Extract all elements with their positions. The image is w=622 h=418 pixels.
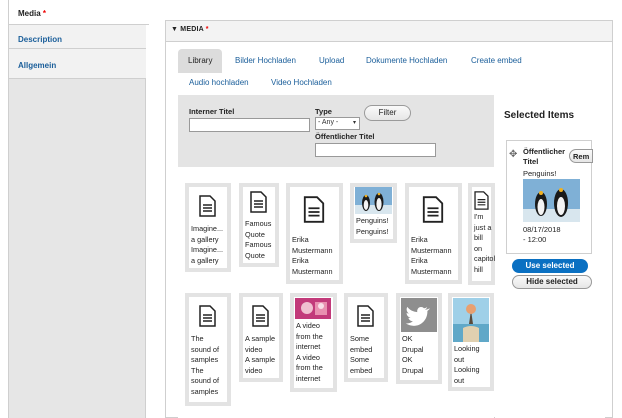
vertical-tab-allgemein[interactable]: Allgemein [9,49,146,79]
document-icon [474,191,489,210]
type-select[interactable]: - Any - ▾ [315,117,360,130]
drag-handle-icon[interactable]: ✥ [509,149,517,160]
use-selected-button[interactable]: Use selected [512,259,588,273]
media-card[interactable]: Looking out Looking out [448,293,494,391]
document-icon [250,191,267,213]
media-card[interactable]: Imagine... a gallery Imagine... a gallery [185,183,231,272]
tab-library[interactable]: Library [178,49,223,73]
media-card[interactable]: Penguins! Penguins! [350,183,397,243]
media-caption: I'm just a bill on capitol hill [474,212,496,274]
type-label: Type [315,107,332,116]
media-card[interactable]: A video from the internet A video from the in… [290,293,337,392]
media-caption: Looking out Looking out [454,344,480,385]
media-card[interactable]: I'm just a bill on capitol hill [468,183,495,285]
penguin-photo [523,179,580,222]
hide-selected-button[interactable]: Hide selected [512,275,592,289]
media-caption: A video from the internet A video from the in… [296,321,323,383]
filter-button[interactable]: Filter [364,105,411,121]
media-card[interactable]: Erika Mustermann Erika Mustermann [286,183,343,284]
beach-photo [453,298,489,342]
twitter-icon [401,298,437,332]
remove-button[interactable]: Rem [569,149,593,163]
media-details-summary[interactable]: ▼ MEDIA * [166,21,612,42]
internal-title-input[interactable] [189,118,310,132]
vertical-tab-media[interactable]: Media * [9,0,149,25]
document-icon [199,195,216,217]
media-caption: A sample video A sample video [245,334,276,375]
selected-item-subtitle: Penguins! [523,169,557,178]
tab-create-embed[interactable]: Create embed [471,56,522,65]
selected-item-date: 08/17/2018- 12:00 [523,225,561,244]
internal-title-label: Interner Titel [189,107,235,116]
document-icon [357,305,374,327]
media-caption: Penguins! Penguins! [356,216,389,236]
chevron-down-icon: ▾ [352,120,356,126]
section-title: MEDIA [180,26,204,33]
public-title-input[interactable] [315,143,436,157]
media-card[interactable]: A sample video A sample video [239,293,283,382]
public-title-label: Öffentlicher Titel [315,132,375,141]
media-caption: OK Drupal OK Drupal [402,334,424,375]
vertical-tab-allgemein-label: Allgemein [18,61,57,70]
media-card[interactable]: Some embed Some embed [344,293,388,382]
vertical-tab-media-label: Media [18,9,41,18]
required-marker: * [42,9,47,18]
penguin-photo [355,187,392,214]
document-icon [252,305,269,327]
media-card[interactable]: The sound of samples The sound of samples [185,293,231,406]
selected-item-title: Öffentlicher Titel [523,147,566,166]
vertical-tab-description[interactable]: Description [9,25,146,49]
vertical-tabs: Media * Description Allgemein [8,0,149,418]
media-caption: Famous Quote Famous Quote [245,219,272,260]
vertical-tab-description-label: Description [18,35,63,44]
document-icon [199,305,216,327]
document-icon [422,196,444,223]
media-card[interactable]: Famous Quote Famous Quote [239,183,279,267]
type-select-value: - Any - [318,119,339,126]
video-thumbnail [295,298,331,319]
media-caption: The sound of samples The sound of samples [191,334,219,396]
media-caption: Imagine... a gallery Imagine... a gallery [191,224,224,265]
media-caption: Some embed Some embed [350,334,373,375]
media-card[interactable]: Erika Mustermann Erika Mustermann [405,183,462,284]
collapse-triangle-icon: ▼ [171,26,179,33]
required-marker: * [205,26,209,33]
selected-item-card: ✥ Öffentlicher Titel Rem Penguins! 08/17/… [506,140,593,254]
tab-bilder-hochladen[interactable]: Bilder Hochladen [235,56,296,65]
media-card[interactable]: OK Drupal OK Drupal [396,293,442,384]
media-caption: Erika Mustermann Erika Mustermann [292,235,333,276]
tab-video-hochladen[interactable]: Video Hochladen [271,78,332,87]
tab-dokumente-hochladen[interactable]: Dokumente Hochladen [366,56,447,65]
media-caption: Erika Mustermann Erika Mustermann [411,235,452,276]
selected-items-title: Selected Items [504,110,575,121]
tab-audio-hochladen[interactable]: Audio hochladen [189,78,249,87]
document-icon [303,196,325,223]
tab-upload[interactable]: Upload [319,56,344,65]
